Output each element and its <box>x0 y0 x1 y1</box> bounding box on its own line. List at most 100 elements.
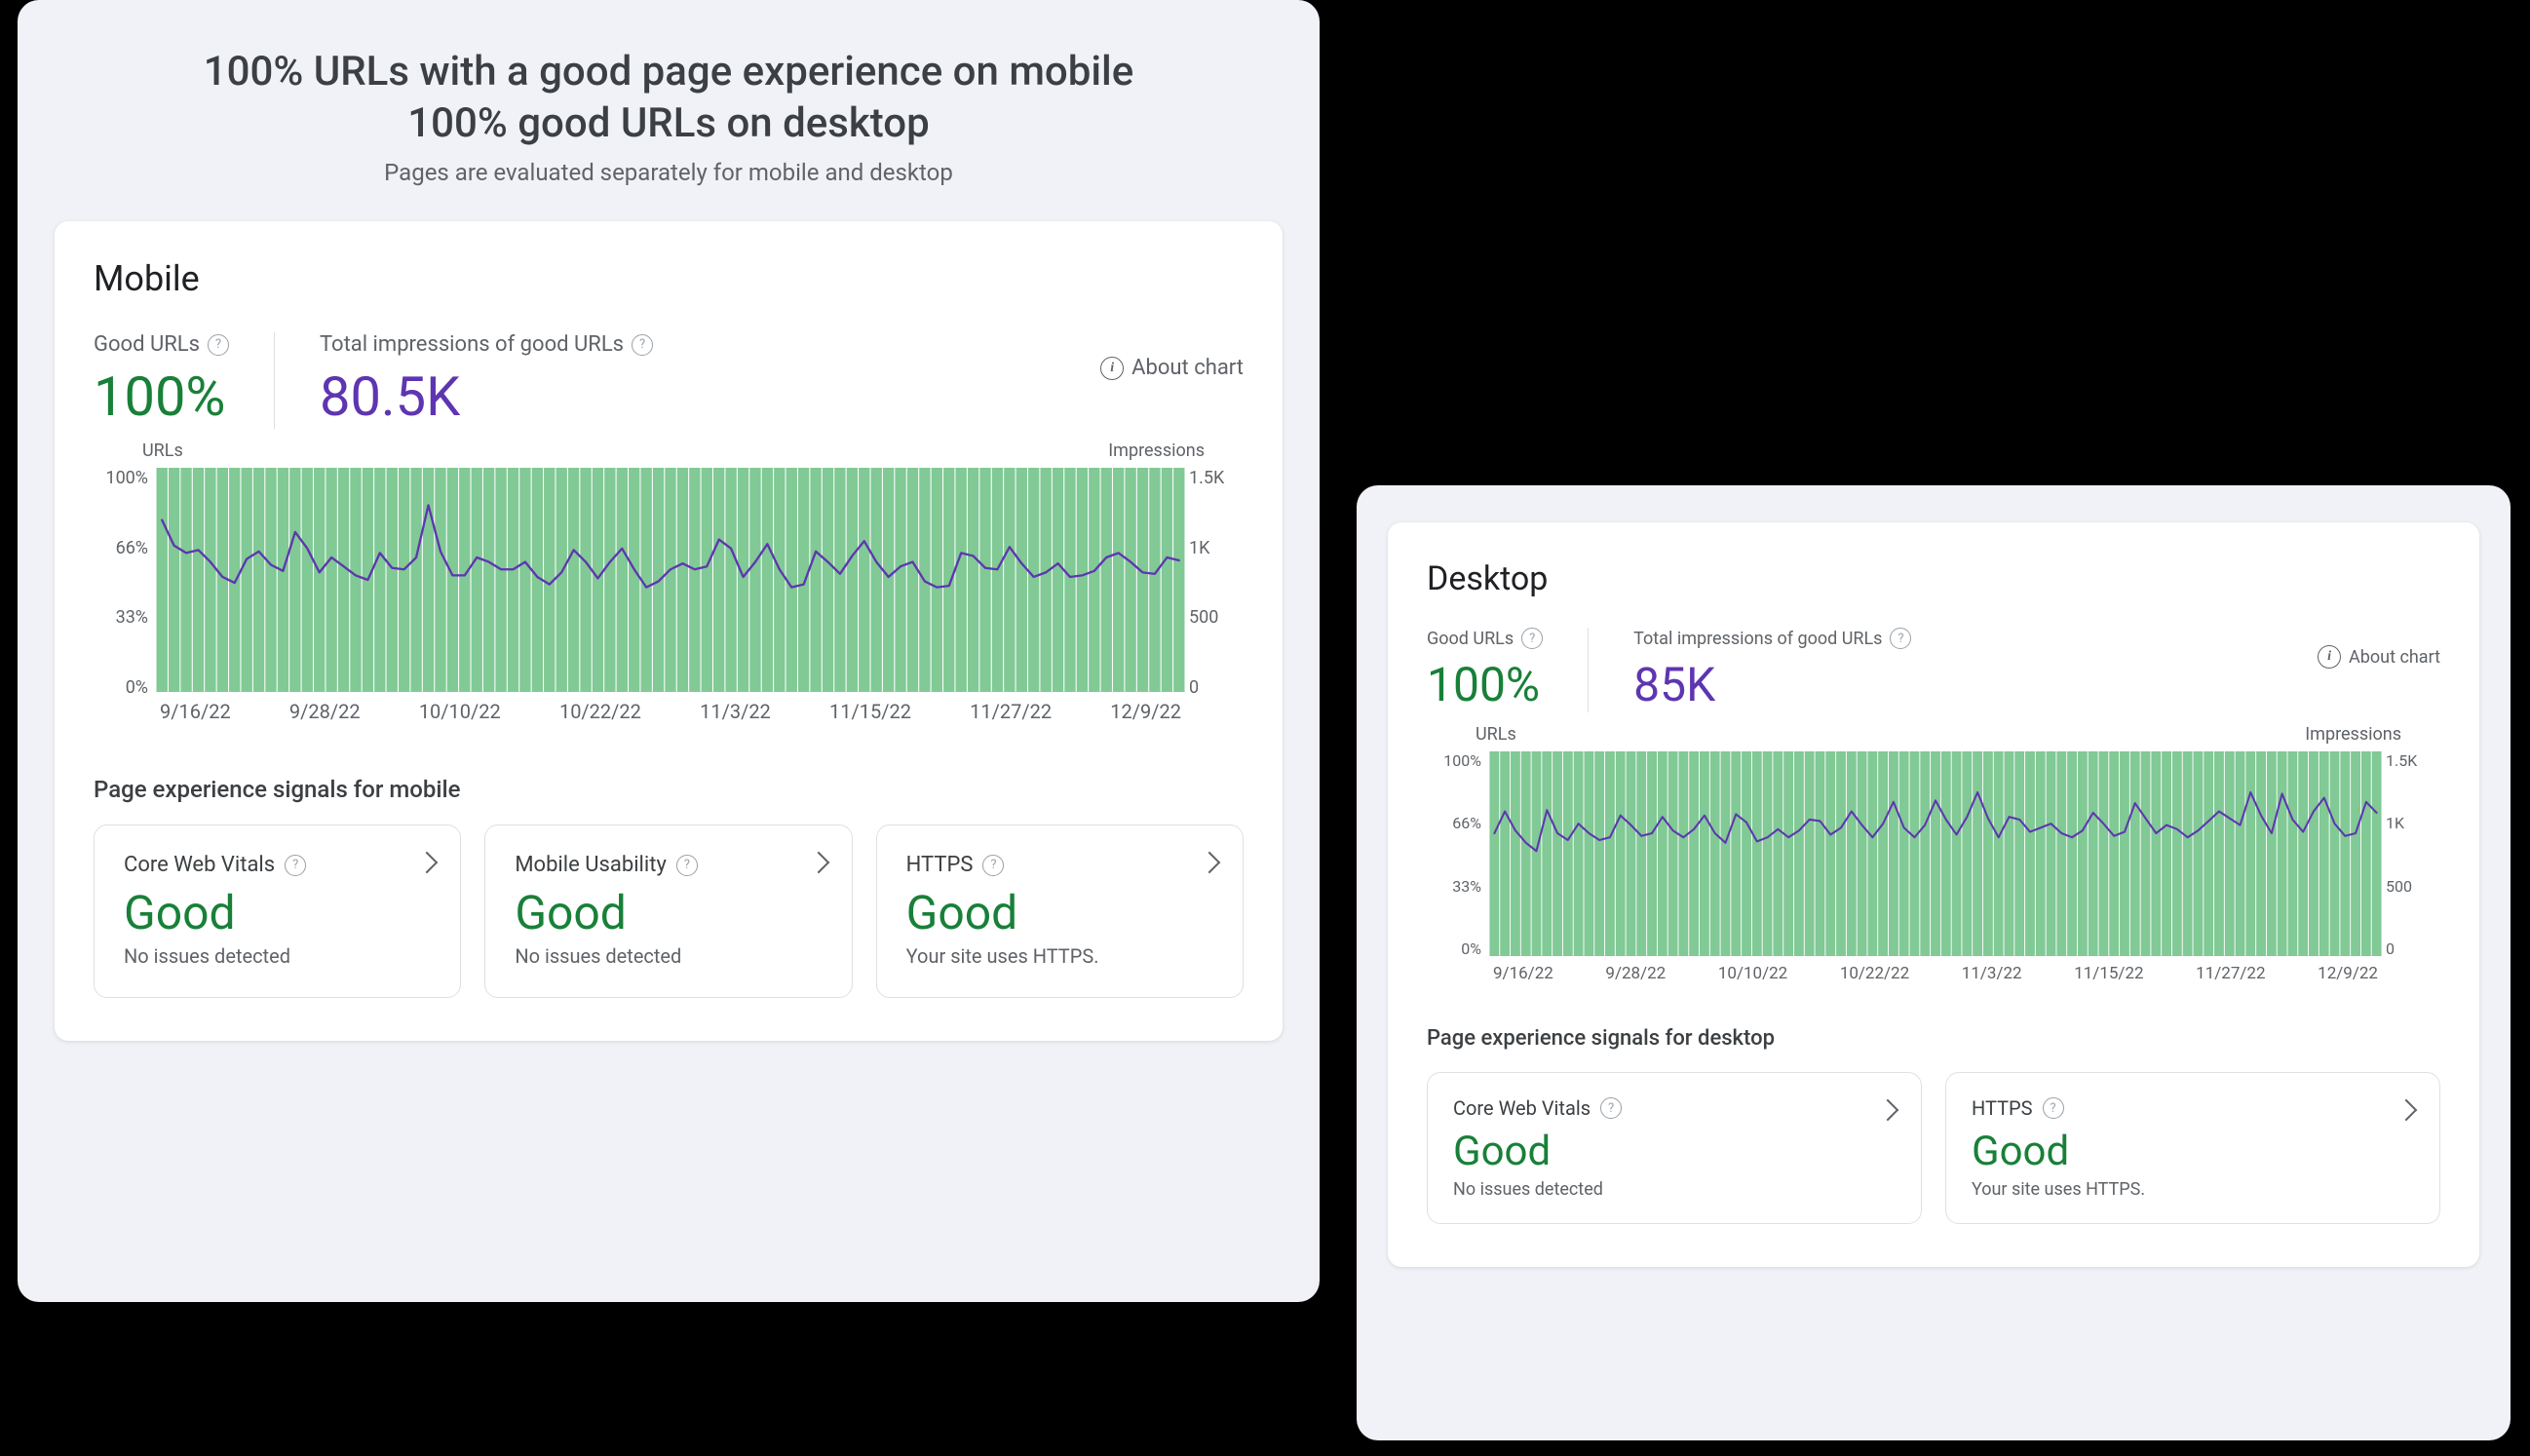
desktop-card: Desktop Good URLs ? 100% Total impressio… <box>1388 522 2479 1267</box>
signal-card[interactable]: HTTPS ? Good Your site uses HTTPS. <box>876 824 1244 998</box>
signals-title: Page experience signals for desktop <box>1427 1026 2440 1051</box>
signals-title: Page experience signals for mobile <box>94 776 1244 803</box>
x-tick: 11/27/22 <box>970 700 1052 723</box>
mobile-card: Mobile Good URLs ? 100% Total impression… <box>55 221 1283 1041</box>
signal-subtext: No issues detected <box>1453 1179 1896 1200</box>
signal-status: Good <box>1453 1128 1896 1175</box>
good-urls-value: 100% <box>94 364 229 429</box>
desktop-metrics-row: Good URLs ? 100% Total impressions of go… <box>1427 628 2440 712</box>
y-right-tick: 1.5K <box>2386 751 2440 770</box>
good-urls-value: 100% <box>1427 657 1543 712</box>
info-icon: i <box>1100 357 1124 380</box>
signal-status: Good <box>1972 1128 2414 1175</box>
x-tick: 11/3/22 <box>1962 964 2022 983</box>
y-right-tick: 500 <box>2386 877 2440 896</box>
y-right-tick: 500 <box>1189 607 1244 628</box>
signal-status: Good <box>515 885 822 940</box>
y-left-tick: 100% <box>1427 751 1481 770</box>
signal-status: Good <box>906 885 1213 940</box>
y-right-ticks: 1.5K 1K 500 0 <box>1189 468 1244 698</box>
y-right-tick: 0 <box>2386 939 2440 958</box>
y-right-tick: 1K <box>2386 814 2440 832</box>
impressions-label: Total impressions of good URLs ? <box>320 332 653 357</box>
good-urls-label: Good URLs ? <box>1427 628 1543 649</box>
x-tick: 12/9/22 <box>1110 700 1181 723</box>
y-left-ticks: 100% 66% 33% 0% <box>1427 751 1481 958</box>
help-icon[interactable]: ? <box>1890 628 1911 649</box>
x-tick: 9/16/22 <box>1493 964 1553 983</box>
y-right-axis-title: Impressions <box>2305 724 2401 745</box>
help-icon[interactable]: ? <box>2043 1097 2064 1119</box>
header-block: 100% URLs with a good page experience on… <box>55 47 1283 186</box>
y-left-axis-title: URLs <box>142 441 183 461</box>
about-chart-text: About chart <box>2349 647 2440 668</box>
y-right-tick: 0 <box>1189 677 1244 698</box>
signal-card[interactable]: Core Web Vitals ? Good No issues detecte… <box>1427 1072 1922 1224</box>
x-tick: 11/15/22 <box>829 700 911 723</box>
signal-subtext: Your site uses HTTPS. <box>906 944 1213 968</box>
signal-card[interactable]: HTTPS ? Good Your site uses HTTPS. <box>1945 1072 2440 1224</box>
y-left-tick: 100% <box>94 468 148 488</box>
mobile-signals-row: Core Web Vitals ? Good No issues detecte… <box>94 824 1244 998</box>
mobile-card-title: Mobile <box>94 258 1244 299</box>
y-left-tick: 33% <box>1427 877 1481 896</box>
signal-subtext: Your site uses HTTPS. <box>1972 1179 2414 1200</box>
mobile-chart: URLs Impressions 100% 66% 33% 0% 1.5K 1K… <box>94 468 1244 723</box>
y-left-tick: 0% <box>94 677 148 698</box>
help-icon[interactable]: ? <box>982 855 1004 876</box>
impressions-label-text: Total impressions of good URLs <box>320 332 624 357</box>
signal-card[interactable]: Mobile Usability ? Good No issues detect… <box>484 824 852 998</box>
signal-subtext: No issues detected <box>124 944 431 968</box>
help-icon[interactable]: ? <box>208 334 229 356</box>
x-tick: 12/9/22 <box>2318 964 2378 983</box>
y-left-tick: 33% <box>94 607 148 628</box>
good-urls-label-text: Good URLs <box>1427 629 1514 649</box>
help-icon[interactable]: ? <box>1600 1097 1622 1119</box>
impressions-label-text: Total impressions of good URLs <box>1633 629 1882 649</box>
header-line-1: 100% URLs with a good page experience on… <box>55 47 1283 98</box>
x-ticks: 9/16/22 9/28/22 10/10/22 10/22/22 11/3/2… <box>156 700 1185 723</box>
about-chart-link[interactable]: i About chart <box>1100 356 1244 380</box>
y-left-tick: 66% <box>1427 814 1481 832</box>
signal-name: Mobile Usability ? <box>515 853 822 877</box>
y-right-axis-title: Impressions <box>1108 441 1205 461</box>
impressions-metric: Total impressions of good URLs ? 80.5K <box>274 332 698 429</box>
y-left-ticks: 100% 66% 33% 0% <box>94 468 148 698</box>
header-line-2: 100% good URLs on desktop <box>55 98 1283 150</box>
x-tick: 11/27/22 <box>2196 964 2265 983</box>
mobile-metrics-row: Good URLs ? 100% Total impressions of go… <box>94 332 1244 429</box>
good-urls-metric: Good URLs ? 100% <box>94 332 274 429</box>
x-ticks: 9/16/22 9/28/22 10/10/22 10/22/22 11/3/2… <box>1489 964 2382 983</box>
good-urls-label-text: Good URLs <box>94 332 200 357</box>
y-left-tick: 66% <box>94 538 148 558</box>
desktop-signals-row: Core Web Vitals ? Good No issues detecte… <box>1427 1072 2440 1224</box>
impressions-value: 85K <box>1633 657 1911 712</box>
x-tick: 9/28/22 <box>289 700 361 723</box>
info-icon: i <box>2318 645 2341 669</box>
signal-status: Good <box>124 885 431 940</box>
help-icon[interactable]: ? <box>285 855 306 876</box>
x-tick: 10/22/22 <box>559 700 641 723</box>
signal-name: Core Web Vitals ? <box>1453 1096 1896 1120</box>
help-icon[interactable]: ? <box>1521 628 1543 649</box>
signal-name: HTTPS ? <box>906 853 1213 877</box>
help-icon[interactable]: ? <box>632 334 653 356</box>
y-left-axis-title: URLs <box>1476 724 1516 745</box>
x-tick: 11/15/22 <box>2074 964 2143 983</box>
desktop-panel: Desktop Good URLs ? 100% Total impressio… <box>1357 485 2511 1440</box>
help-icon[interactable]: ? <box>676 855 698 876</box>
good-urls-metric: Good URLs ? 100% <box>1427 628 1588 712</box>
about-chart-link[interactable]: i About chart <box>2318 645 2440 669</box>
y-right-tick: 1.5K <box>1189 468 1244 488</box>
signal-name: HTTPS ? <box>1972 1096 2414 1120</box>
impressions-value: 80.5K <box>320 364 653 429</box>
impressions-label: Total impressions of good URLs ? <box>1633 628 1911 649</box>
signal-name: Core Web Vitals ? <box>124 853 431 877</box>
impressions-metric: Total impressions of good URLs ? 85K <box>1588 628 1956 712</box>
signal-subtext: No issues detected <box>515 944 822 968</box>
header-subtitle: Pages are evaluated separately for mobil… <box>55 159 1283 186</box>
y-right-ticks: 1.5K 1K 500 0 <box>2386 751 2440 958</box>
signal-card[interactable]: Core Web Vitals ? Good No issues detecte… <box>94 824 461 998</box>
about-chart-text: About chart <box>1131 356 1244 380</box>
x-tick: 11/3/22 <box>700 700 771 723</box>
